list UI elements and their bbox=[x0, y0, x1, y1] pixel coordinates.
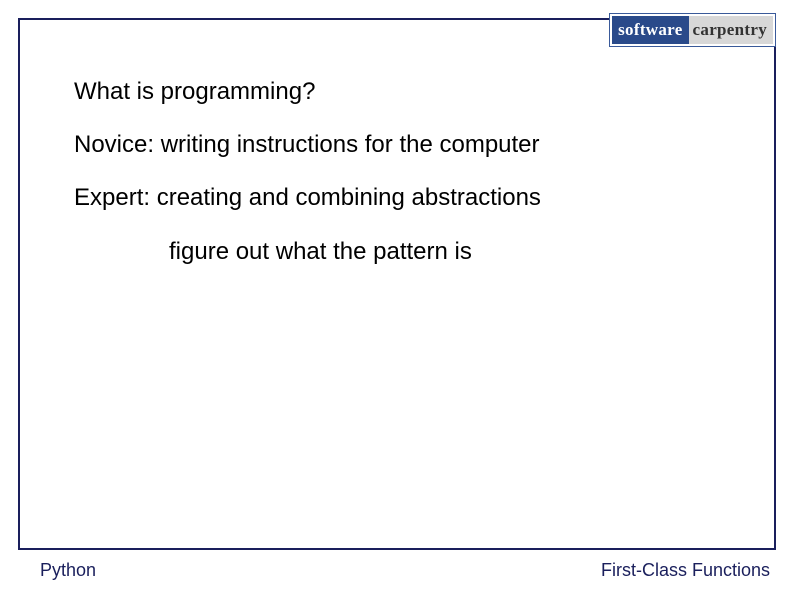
content-line: Expert: creating and combining abstracti… bbox=[74, 182, 754, 213]
logo-left-text: software bbox=[612, 16, 688, 44]
footer-right: First-Class Functions bbox=[601, 560, 770, 581]
logo: software carpentry bbox=[609, 13, 776, 47]
footer-left: Python bbox=[40, 560, 96, 581]
slide-content: What is programming? Novice: writing ins… bbox=[74, 76, 754, 289]
logo-right-text: carpentry bbox=[689, 16, 773, 44]
content-line: figure out what the pattern is bbox=[74, 236, 754, 267]
logo-inner: software carpentry bbox=[610, 14, 775, 46]
content-line: What is programming? bbox=[74, 76, 754, 107]
content-line: Novice: writing instructions for the com… bbox=[74, 129, 754, 160]
